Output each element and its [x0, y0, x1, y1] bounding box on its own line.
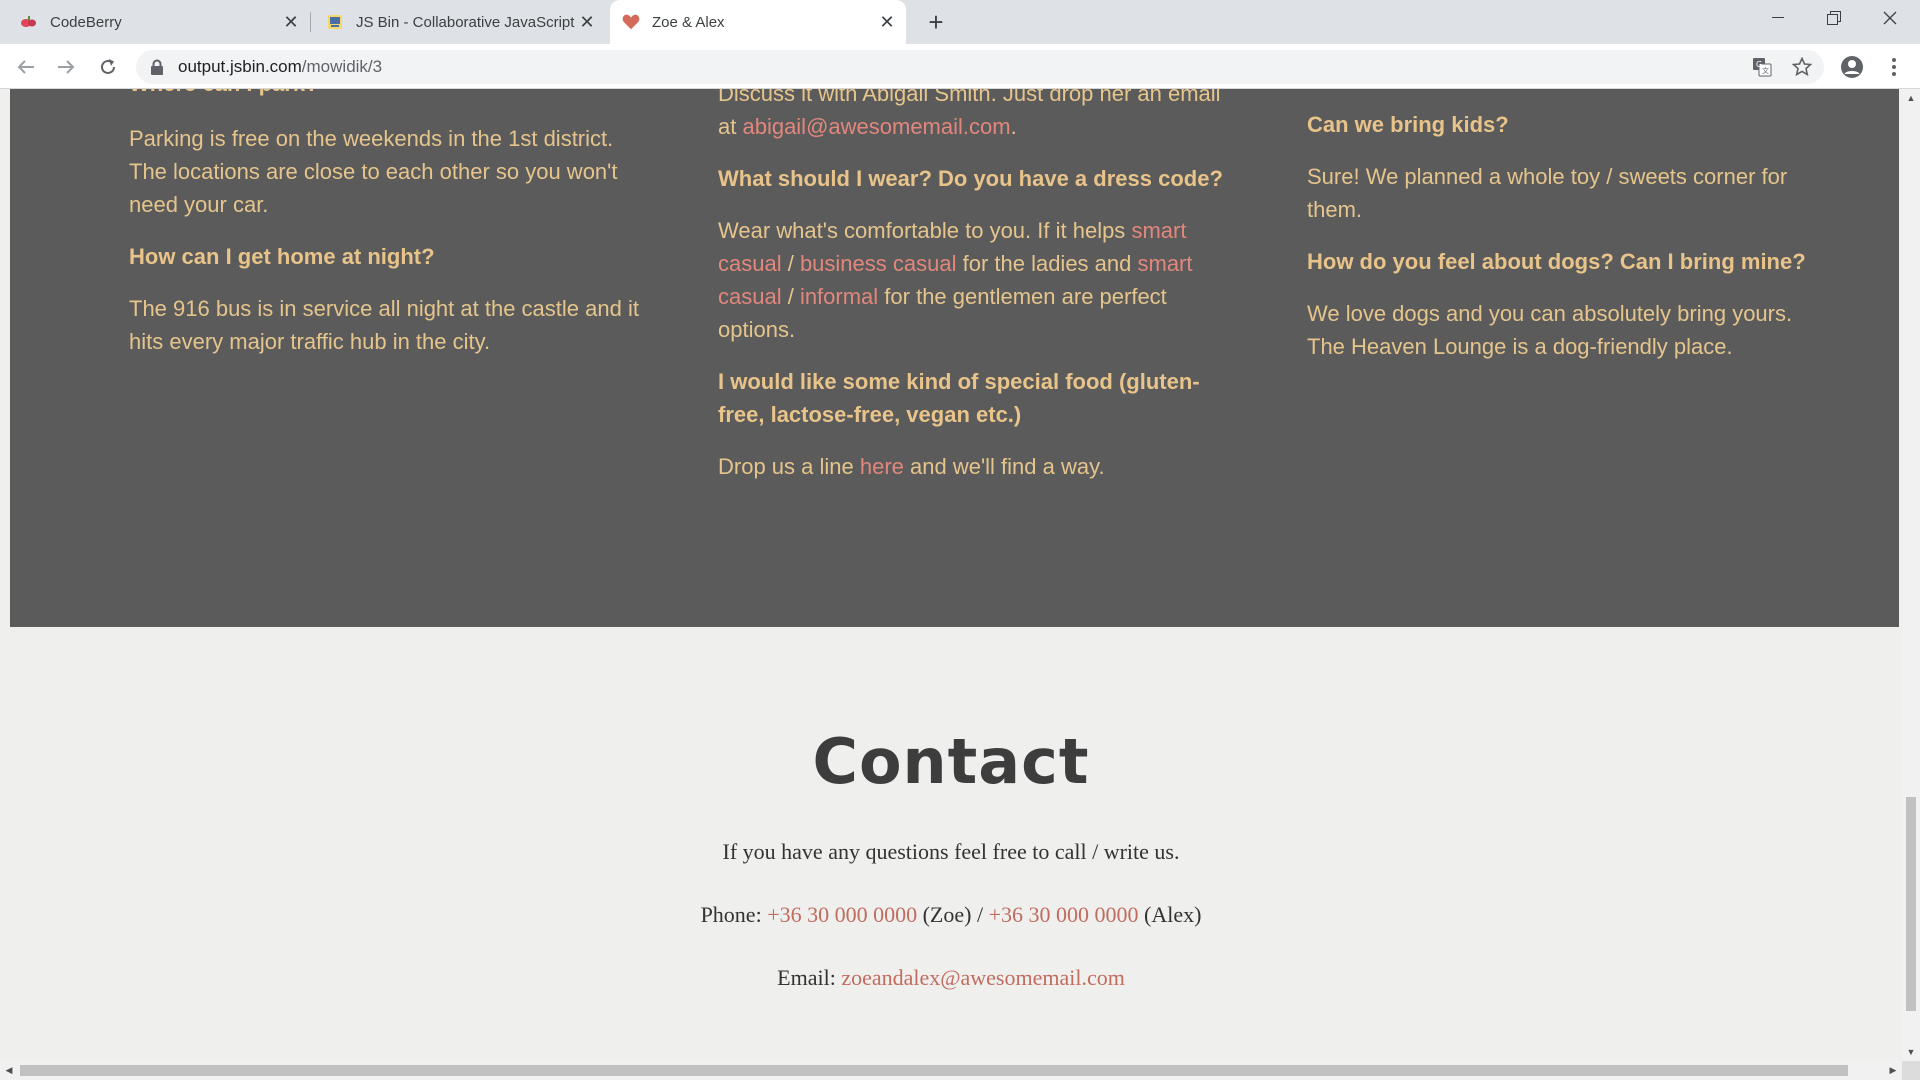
lock-icon: [150, 59, 164, 75]
url-text: output.jsbin.com/mowidik/3: [178, 57, 382, 77]
faq-question: I would like some kind of special food (…: [718, 369, 1200, 427]
phone-label: Phone:: [700, 902, 768, 927]
contact-email-link[interactable]: zoeandalex@awesomemail.com: [841, 965, 1125, 990]
tab-jsbin[interactable]: JS Bin - Collaborative JavaScript D ✕: [326, 0, 598, 44]
scrollbar-corner: [1902, 1061, 1920, 1080]
url-host: output.jsbin.com: [178, 57, 302, 76]
faq-column-2: Discuss it with Abigail Smith. Just drop…: [718, 89, 1228, 483]
tab-strip: CodeBerry ✕ JS Bin - Collaborative JavaS…: [0, 0, 1920, 44]
phone-owner: (Alex): [1138, 902, 1202, 927]
faq-question: What should I wear? Do you have a dress …: [718, 166, 1223, 191]
faq-question: Where can I park?: [129, 89, 639, 100]
browser-toolbar: output.jsbin.com/mowidik/3 G文: [0, 44, 1920, 89]
bookmark-star-icon[interactable]: [1790, 55, 1814, 79]
tab-title: CodeBerry: [50, 13, 122, 31]
page-viewport: Where can I park? Parking is free on the…: [0, 89, 1902, 1061]
faq-answer: Parking is free on the weekends in the 1…: [129, 126, 618, 217]
phone-owner: (Zoe) /: [917, 902, 989, 927]
answer-text: and we'll find a way.: [903, 454, 1105, 479]
faq-answer: Discuss it with Abigail Smith. Just drop…: [718, 89, 1228, 143]
close-window-button[interactable]: [1862, 0, 1918, 36]
faq-question: How can I get home at night?: [129, 244, 435, 269]
faq-question: How do you feel about dogs? Can I bring …: [1307, 249, 1806, 274]
tab-codeberry[interactable]: CodeBerry ✕: [20, 0, 302, 44]
abigail-email-link[interactable]: abigail@awesomemail.com: [742, 114, 1010, 139]
answer-text: for the ladies and: [956, 251, 1138, 276]
faq-answer: Wear what's comfortable to you. If it he…: [718, 214, 1228, 346]
back-button[interactable]: [12, 53, 40, 81]
here-link[interactable]: here: [860, 454, 904, 479]
informal-link[interactable]: informal: [800, 284, 878, 309]
faq-column-3: Can we bring kids? Sure! We planned a wh…: [1307, 108, 1817, 363]
answer-text: Drop us a line: [718, 454, 860, 479]
answer-text: Wear what's comfortable to you. If it he…: [718, 218, 1132, 243]
forward-button[interactable]: [52, 53, 80, 81]
translate-icon[interactable]: G文: [1750, 55, 1774, 79]
business-casual-link[interactable]: business casual: [800, 251, 957, 276]
contact-heading: Contact: [812, 725, 1090, 798]
faq-section: Where can I park? Parking is free on the…: [10, 89, 1899, 627]
contact-email: Email: zoeandalex@awesomemail.com: [0, 965, 1902, 991]
answer-text: /: [781, 284, 800, 309]
scroll-up-arrow-icon[interactable]: ▲: [1902, 89, 1920, 107]
tab-separator: [310, 12, 311, 32]
vertical-scroll-thumb[interactable]: [1906, 797, 1916, 1011]
restore-button[interactable]: [1806, 0, 1862, 36]
scroll-right-arrow-icon[interactable]: ▶: [1884, 1061, 1902, 1079]
alex-phone-link[interactable]: +36 30 000 0000: [989, 902, 1139, 927]
url-path: /mowidik/3: [301, 57, 383, 76]
faq-column-1: Where can I park? Parking is free on the…: [129, 89, 639, 358]
close-icon[interactable]: ✕: [876, 11, 898, 33]
scroll-down-arrow-icon[interactable]: ▼: [1902, 1043, 1920, 1061]
tab-zoe-alex[interactable]: Zoe & Alex ✕: [610, 0, 906, 44]
contact-intro: If you have any questions feel free to c…: [722, 839, 1180, 864]
horizontal-scrollbar[interactable]: ◀ ▶: [0, 1061, 1902, 1080]
faq-answer: Sure! We planned a whole toy / sweets co…: [1307, 164, 1788, 222]
vertical-scrollbar[interactable]: ▲ ▼: [1902, 89, 1920, 1061]
tab-title: Zoe & Alex: [652, 13, 725, 31]
tab-title: JS Bin - Collaborative JavaScript D: [356, 13, 576, 31]
faq-answer: The 916 bus is in service all night at t…: [129, 296, 639, 354]
codeberry-icon: [20, 13, 38, 31]
scroll-left-arrow-icon[interactable]: ◀: [0, 1061, 18, 1079]
reload-button[interactable]: [94, 53, 122, 81]
zoe-phone-link[interactable]: +36 30 000 0000: [767, 902, 917, 927]
profile-avatar-icon[interactable]: [1840, 55, 1864, 79]
faq-answer: We love dogs and you can absolutely brin…: [1307, 301, 1793, 359]
faq-question: Can we bring kids?: [1307, 112, 1509, 137]
close-icon[interactable]: ✕: [576, 11, 598, 33]
contact-phone: Phone: +36 30 000 0000 (Zoe) / +36 30 00…: [0, 902, 1902, 928]
faq-answer: Drop us a line here and we'll find a way…: [718, 450, 1228, 483]
address-bar[interactable]: output.jsbin.com/mowidik/3: [136, 50, 1824, 84]
menu-dots-icon[interactable]: [1882, 55, 1906, 79]
svg-text:文: 文: [1762, 66, 1769, 75]
heart-icon: [622, 13, 640, 31]
minimize-button[interactable]: [1750, 0, 1806, 36]
email-label: Email:: [777, 965, 842, 990]
new-tab-button[interactable]: +: [922, 7, 950, 37]
jsbin-icon: [326, 13, 344, 31]
answer-text: .: [1010, 114, 1017, 139]
horizontal-scroll-thumb[interactable]: [20, 1065, 1848, 1076]
answer-text: /: [781, 251, 800, 276]
close-icon[interactable]: ✕: [280, 11, 302, 33]
